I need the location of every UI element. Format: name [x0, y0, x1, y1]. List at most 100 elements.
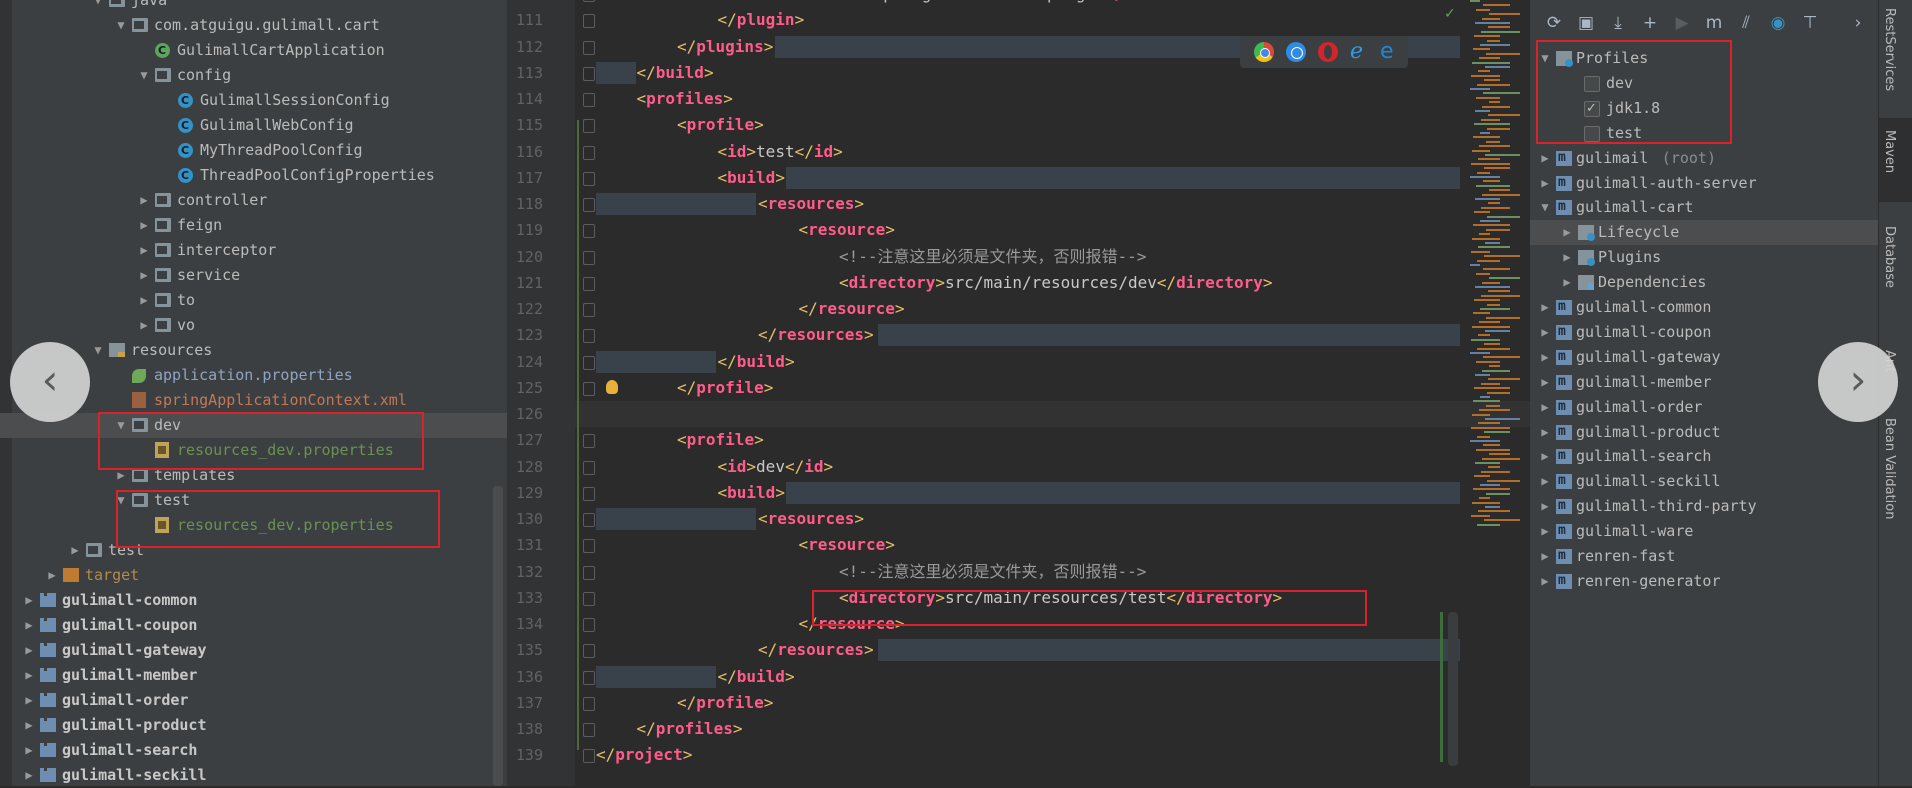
collapse-arrow-icon[interactable]: ▶ [1560, 220, 1574, 245]
tree-item[interactable]: GulimallSessionConfig [0, 88, 507, 113]
fold-marker-icon[interactable] [583, 303, 595, 317]
tree-item[interactable]: ▶ gulimall-order [0, 688, 507, 713]
maven-tree-item[interactable]: ▶ gulimall-ware [1530, 518, 1878, 544]
code-minimap[interactable] [1468, 0, 1530, 560]
tree-item[interactable]: ▶ service [0, 263, 507, 288]
fold-marker-icon[interactable] [583, 565, 595, 580]
expand-arrow-icon[interactable]: ▼ [91, 0, 105, 13]
maven-tree-item[interactable]: ▶ gulimall-auth-server [1530, 170, 1878, 196]
fold-marker-icon[interactable] [583, 513, 595, 527]
tree-item[interactable]: ▼ com.atguigu.gulimall.cart [0, 13, 507, 38]
tree-item[interactable]: ▼ config [0, 63, 507, 88]
collapse-arrow-icon[interactable]: ▶ [1538, 295, 1552, 320]
collapse-arrow-icon[interactable]: ▶ [22, 613, 36, 638]
fold-marker-icon[interactable] [583, 670, 595, 685]
collapse-arrow-icon[interactable]: ▶ [22, 688, 36, 713]
tree-item[interactable]: ▶ gulimall-product [0, 713, 507, 738]
maven-tree-item[interactable]: ▶ gulimall-common [1530, 294, 1878, 320]
fold-marker-icon[interactable] [583, 460, 595, 475]
collapse-arrow-icon[interactable]: ▶ [22, 638, 36, 663]
collapse-arrow-icon[interactable]: ▶ [1538, 345, 1552, 370]
ie-icon[interactable]: e [1350, 41, 1370, 63]
fold-marker-icon[interactable] [583, 198, 595, 212]
collapse-arrow-icon[interactable]: ▶ [22, 738, 36, 763]
skip-tests-icon[interactable]: ◉ [1768, 13, 1788, 33]
fold-marker-icon[interactable] [583, 696, 595, 711]
collapse-arrow-icon[interactable]: ▶ [137, 313, 151, 338]
collapse-icon[interactable]: ⊤ [1800, 13, 1820, 33]
maven-tree-item[interactable]: ▶ gulimall-search [1530, 443, 1878, 469]
expand-arrow-icon[interactable]: ▼ [91, 338, 105, 363]
maven-tree-item[interactable]: ▶ Lifecycle [1530, 220, 1878, 246]
tree-item[interactable]: ▶ feign [0, 213, 507, 238]
collapse-arrow-icon[interactable]: ▶ [1538, 370, 1552, 395]
opera-icon[interactable] [1318, 42, 1338, 62]
refresh-icon[interactable]: ⟳ [1544, 13, 1564, 33]
tree-item[interactable]: ▼ java [0, 0, 507, 13]
expand-arrow-icon[interactable]: ▼ [1538, 195, 1552, 220]
fold-marker-icon[interactable] [583, 486, 595, 501]
maven-tree-item[interactable]: ▶ gulimail (root) [1530, 145, 1878, 171]
tool-tab-bean-validation[interactable]: Bean Validation [1882, 418, 1897, 519]
collapse-arrow-icon[interactable]: ▶ [137, 263, 151, 288]
edge-icon[interactable]: e [1380, 41, 1400, 63]
tree-item[interactable]: ▶ gulimall-common [0, 588, 507, 613]
fold-marker-icon[interactable] [583, 0, 595, 2]
fold-marker-icon[interactable] [583, 250, 595, 265]
maven-tree-item[interactable]: ▶ gulimall-coupon [1530, 319, 1878, 345]
fold-marker-icon[interactable] [583, 618, 595, 632]
collapse-arrow-icon[interactable]: ▶ [22, 588, 36, 613]
fold-marker-icon[interactable] [583, 329, 595, 344]
fold-marker-icon[interactable] [583, 145, 595, 160]
expand-arrow-icon[interactable]: ▼ [114, 13, 128, 38]
maven-tree-item[interactable]: ▶ Plugins [1530, 245, 1878, 270]
collapse-arrow-icon[interactable]: ▶ [1538, 146, 1552, 171]
fold-marker-icon[interactable] [583, 224, 595, 239]
tool-tab-restservices[interactable]: RestServices [1882, 8, 1897, 91]
collapse-arrow-icon[interactable]: ▶ [22, 663, 36, 688]
download-icon[interactable]: ⤓ [1608, 13, 1628, 33]
collapse-arrow-icon[interactable]: ▶ [1538, 519, 1552, 544]
collapse-arrow-icon[interactable]: ▶ [137, 188, 151, 213]
add-folder-icon[interactable]: ▣ [1576, 13, 1596, 33]
collapse-arrow-icon[interactable]: ▶ [22, 763, 36, 788]
tool-tab-database[interactable]: Database [1882, 226, 1897, 288]
collapse-arrow-icon[interactable]: ▶ [1560, 245, 1574, 270]
fold-marker-icon[interactable] [583, 381, 595, 396]
collapse-arrow-icon[interactable]: ▶ [1538, 395, 1552, 420]
collapse-arrow-icon[interactable]: ▶ [1538, 420, 1552, 445]
fold-marker-icon[interactable] [583, 66, 595, 81]
collapse-arrow-icon[interactable]: ▶ [1538, 320, 1552, 345]
intention-bulb-icon[interactable] [606, 379, 618, 394]
collapse-arrow-icon[interactable]: ▶ [68, 538, 82, 563]
collapse-arrow-icon[interactable]: ▶ [137, 213, 151, 238]
collapse-arrow-icon[interactable]: ▶ [137, 238, 151, 263]
fold-marker-icon[interactable] [583, 119, 595, 134]
fold-marker-icon[interactable] [583, 644, 595, 659]
chrome-icon[interactable] [1254, 42, 1274, 62]
run-icon[interactable]: ▶ [1672, 13, 1692, 33]
collapse-arrow-icon[interactable]: ▶ [1538, 544, 1552, 569]
maven-tree-item[interactable]: ▶ renren-generator [1530, 568, 1878, 594]
fold-marker-icon[interactable] [583, 14, 595, 29]
fold-marker-icon[interactable] [583, 539, 595, 554]
fold-marker-icon[interactable] [583, 93, 595, 107]
maven-tree-item[interactable]: ▶ gulimall-third-party [1530, 493, 1878, 519]
tree-scrollbar[interactable] [493, 486, 503, 786]
fold-marker-icon[interactable] [583, 749, 595, 764]
collapse-arrow-icon[interactable]: ▶ [1560, 270, 1574, 295]
tree-item[interactable]: ▶ controller [0, 188, 507, 213]
maven-tree-item[interactable]: ▶ Dependencies [1530, 270, 1878, 295]
maven-tree-item[interactable]: ▼ gulimall-cart [1530, 194, 1878, 220]
next-slide-button[interactable]: › [1818, 342, 1898, 422]
tree-item[interactable]: ▶ gulimall-search [0, 738, 507, 763]
tree-item[interactable]: ▶ gulimall-seckill [0, 763, 507, 788]
tree-item[interactable]: ▶ gulimall-gateway [0, 638, 507, 663]
maven-tree-item[interactable]: ▶ gulimall-seckill [1530, 468, 1878, 494]
fold-marker-icon[interactable] [583, 40, 595, 55]
prev-slide-button[interactable]: ‹ [10, 342, 90, 422]
more-actions-icon[interactable]: › [1848, 13, 1868, 33]
maven-tree-item[interactable]: ▶ gulimall-product [1530, 419, 1878, 445]
fold-marker-icon[interactable] [583, 591, 595, 606]
tree-item[interactable]: ▶ target [0, 563, 507, 588]
